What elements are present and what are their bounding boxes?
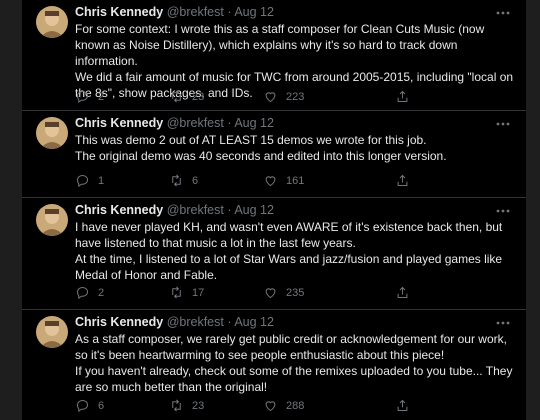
- reply-icon: [76, 90, 89, 104]
- timestamp[interactable]: Aug 12: [234, 116, 274, 130]
- share-button[interactable]: [395, 89, 410, 104]
- retweet-button[interactable]: 6: [169, 173, 198, 188]
- author-handle[interactable]: @brekfest: [167, 315, 224, 329]
- retweet-count: 17: [192, 286, 205, 299]
- tweet-paragraph: If you haven't already, check out some o…: [75, 364, 513, 394]
- author-handle[interactable]: @brekfest: [167, 203, 224, 217]
- retweet-count: 23: [192, 399, 205, 412]
- separator-dot: ·: [227, 116, 232, 130]
- reply-count: 2: [98, 90, 105, 103]
- author-name[interactable]: Chris Kennedy: [75, 5, 163, 19]
- tweet-actions: 2 23 223: [75, 89, 475, 105]
- left-background-edge: [0, 0, 22, 420]
- separator-dot: ·: [227, 5, 232, 19]
- like-count: 235: [286, 286, 305, 299]
- avatar[interactable]: [36, 117, 68, 149]
- tweet-paragraph: For some context: I wrote this as a staf…: [75, 22, 485, 68]
- reply-icon: [76, 399, 89, 413]
- like-button[interactable]: 235: [263, 285, 304, 300]
- author-handle[interactable]: @brekfest: [167, 5, 224, 19]
- like-count: 288: [286, 399, 305, 412]
- retweet-button[interactable]: 23: [169, 89, 204, 104]
- reply-count: 1: [98, 174, 105, 187]
- separator-dot: ·: [227, 315, 232, 329]
- tweet[interactable]: Chris Kennedy @brekfest · Aug 12 As a st…: [22, 310, 526, 420]
- like-button[interactable]: 161: [263, 173, 304, 188]
- author-name[interactable]: Chris Kennedy: [75, 315, 163, 329]
- tweet-actions: 1 6 161: [75, 173, 475, 189]
- share-button[interactable]: [395, 398, 410, 413]
- heart-icon: [265, 401, 276, 412]
- tweet-actions: 2 17 235: [75, 285, 475, 301]
- share-icon: [397, 399, 408, 411]
- tweet-paragraph: I have never played KH, and wasn't even …: [75, 220, 503, 250]
- reply-icon: [76, 174, 89, 188]
- tweet-paragraph: At the time, I listened to a lot of Star…: [75, 252, 503, 282]
- retweet-button[interactable]: 17: [169, 285, 204, 300]
- tweet-header: Chris Kennedy @brekfest · Aug 12: [75, 5, 274, 19]
- tweet-text: This was demo 2 out of AT LEAST 15 demos…: [75, 132, 515, 164]
- heart-icon: [265, 288, 276, 299]
- tweet-header: Chris Kennedy @brekfest · Aug 12: [75, 315, 274, 329]
- timestamp[interactable]: Aug 12: [234, 315, 274, 329]
- share-icon: [397, 174, 408, 186]
- tweet-header: Chris Kennedy @brekfest · Aug 12: [75, 203, 274, 217]
- separator-dot: ·: [227, 203, 232, 217]
- tweet[interactable]: Chris Kennedy @brekfest · Aug 12 This wa…: [22, 111, 526, 198]
- like-button[interactable]: 223: [263, 89, 304, 104]
- more-icon[interactable]: [496, 117, 510, 127]
- author-name[interactable]: Chris Kennedy: [75, 203, 163, 217]
- share-icon: [397, 90, 408, 102]
- reply-button[interactable]: 2: [75, 89, 104, 104]
- reply-count: 2: [98, 286, 105, 299]
- like-count: 223: [286, 90, 305, 103]
- tweet-actions: 6 23 288: [75, 398, 475, 414]
- author-name[interactable]: Chris Kennedy: [75, 116, 163, 130]
- avatar[interactable]: [36, 6, 68, 38]
- tweet[interactable]: Chris Kennedy @brekfest · Aug 12 I have …: [22, 198, 526, 310]
- author-handle[interactable]: @brekfest: [167, 116, 224, 130]
- retweet-count: 23: [192, 90, 205, 103]
- retweet-icon: [172, 174, 181, 187]
- right-background-edge: [526, 0, 540, 420]
- timestamp[interactable]: Aug 12: [234, 5, 274, 19]
- tweet-text: I have never played KH, and wasn't even …: [75, 219, 515, 283]
- tweet[interactable]: Chris Kennedy @brekfest · Aug 12 For som…: [22, 0, 526, 111]
- reply-icon: [76, 286, 89, 300]
- retweet-button[interactable]: 23: [169, 398, 204, 413]
- share-button[interactable]: [395, 173, 410, 188]
- more-icon[interactable]: [496, 204, 510, 214]
- heart-icon: [265, 92, 276, 103]
- like-count: 161: [286, 174, 305, 187]
- more-icon[interactable]: [496, 316, 510, 326]
- reply-button[interactable]: 2: [75, 285, 104, 300]
- retweet-count: 6: [192, 174, 199, 187]
- avatar[interactable]: [36, 204, 68, 236]
- tweet-paragraph: As a staff composer, we rarely get publi…: [75, 332, 507, 362]
- reply-count: 6: [98, 399, 105, 412]
- reply-button[interactable]: 1: [75, 173, 104, 188]
- heart-icon: [265, 176, 276, 187]
- retweet-icon: [172, 90, 181, 103]
- retweet-icon: [172, 286, 181, 299]
- tweet-text: As a staff composer, we rarely get publi…: [75, 331, 515, 395]
- tweet-paragraph: This was demo 2 out of AT LEAST 15 demos…: [75, 133, 427, 147]
- avatar[interactable]: [36, 316, 68, 348]
- reply-button[interactable]: 6: [75, 398, 104, 413]
- share-button[interactable]: [395, 285, 410, 300]
- share-icon: [397, 286, 408, 298]
- tweet-paragraph: The original demo was 40 seconds and edi…: [75, 149, 447, 163]
- timestamp[interactable]: Aug 12: [234, 203, 274, 217]
- tweet-header: Chris Kennedy @brekfest · Aug 12: [75, 116, 274, 130]
- more-icon[interactable]: [496, 6, 510, 16]
- retweet-icon: [172, 399, 181, 412]
- tweet-thread: Chris Kennedy @brekfest · Aug 12 For som…: [22, 0, 526, 420]
- like-button[interactable]: 288: [263, 398, 304, 413]
